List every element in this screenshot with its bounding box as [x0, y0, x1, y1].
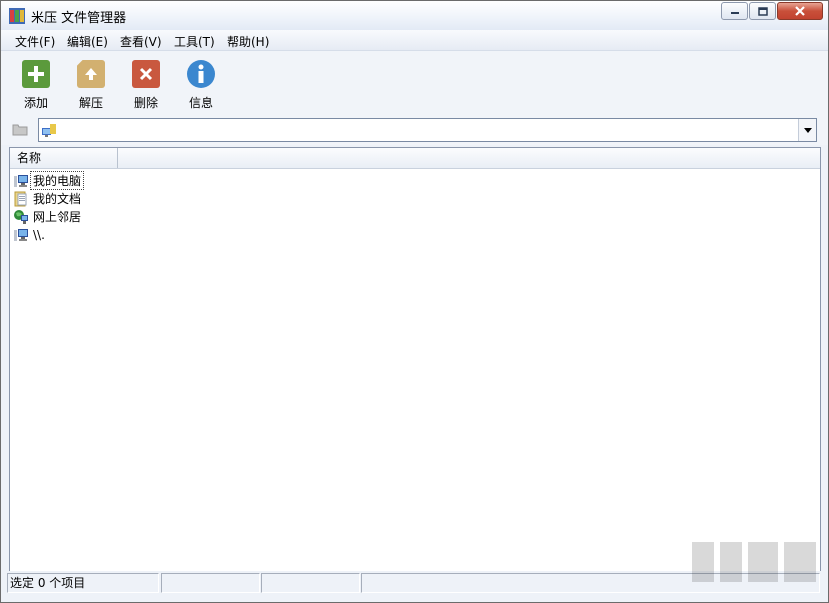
address-row — [1, 115, 828, 145]
window-title: 米压 文件管理器 — [31, 11, 127, 26]
file-list[interactable]: 名称 我的电脑 我的文档 网上邻居 \\. — [9, 147, 821, 572]
computer-icon — [42, 124, 56, 137]
list-item-label: 我的文档 — [33, 192, 82, 206]
delete-button[interactable]: 删除 — [122, 58, 170, 112]
chevron-down-icon — [803, 127, 812, 133]
list-item-label: 我的电脑 — [29, 171, 85, 190]
minimize-button[interactable] — [721, 2, 748, 20]
close-button[interactable] — [777, 2, 823, 20]
delete-label: 删除 — [133, 96, 158, 110]
menu-help[interactable]: 帮助(H) — [227, 33, 269, 50]
documents-folder-icon — [14, 191, 27, 206]
menu-tools[interactable]: 工具(T) — [174, 33, 215, 50]
extract-button[interactable]: 解压 — [67, 58, 115, 112]
status-cell — [261, 573, 360, 593]
network-icon — [14, 209, 28, 224]
status-cell — [161, 573, 260, 593]
restore-icon — [757, 6, 768, 16]
list-item-label: \\. — [33, 227, 45, 242]
up-folder-icon[interactable] — [12, 123, 28, 136]
add-label: 添加 — [23, 96, 48, 110]
minimize-icon — [730, 12, 739, 14]
plus-icon — [22, 60, 50, 88]
list-header: 名称 — [10, 148, 820, 169]
list-item[interactable]: 我的电脑 — [13, 171, 85, 190]
address-combobox[interactable] — [38, 118, 817, 142]
toolbar: 添加 解压 删除 信息 — [1, 51, 828, 115]
column-name-header[interactable]: 名称 — [10, 148, 118, 168]
main-window: 米压 文件管理器 文件(F) 编辑(E) 查看(V) 工具(T) 帮助(H) 添… — [0, 0, 829, 603]
status-selected: 选定 0 个项目 — [7, 573, 159, 593]
menu-file[interactable]: 文件(F) — [15, 33, 55, 50]
extract-up-arrow-icon — [77, 60, 105, 88]
title-bar: 米压 文件管理器 — [1, 1, 828, 30]
delete-x-icon — [132, 60, 160, 88]
list-item[interactable]: 网上邻居 — [13, 208, 83, 225]
info-icon — [187, 60, 215, 88]
computer-icon — [14, 228, 28, 241]
close-icon — [795, 6, 805, 16]
list-item[interactable]: \\. — [13, 226, 47, 243]
add-button[interactable]: 添加 — [12, 58, 60, 112]
menu-view[interactable]: 查看(V) — [120, 33, 162, 50]
info-button[interactable]: 信息 — [177, 58, 225, 112]
watermark-logo — [692, 542, 816, 582]
menu-bar: 文件(F) 编辑(E) 查看(V) 工具(T) 帮助(H) — [1, 30, 828, 51]
maximize-button[interactable] — [749, 2, 776, 20]
list-item-label: 网上邻居 — [33, 210, 82, 224]
computer-icon — [14, 174, 28, 187]
menu-edit[interactable]: 编辑(E) — [67, 33, 108, 50]
app-icon — [9, 8, 25, 24]
extract-label: 解压 — [78, 96, 103, 110]
dropdown-button[interactable] — [798, 119, 816, 141]
info-label: 信息 — [188, 96, 213, 110]
list-item[interactable]: 我的文档 — [13, 190, 83, 207]
